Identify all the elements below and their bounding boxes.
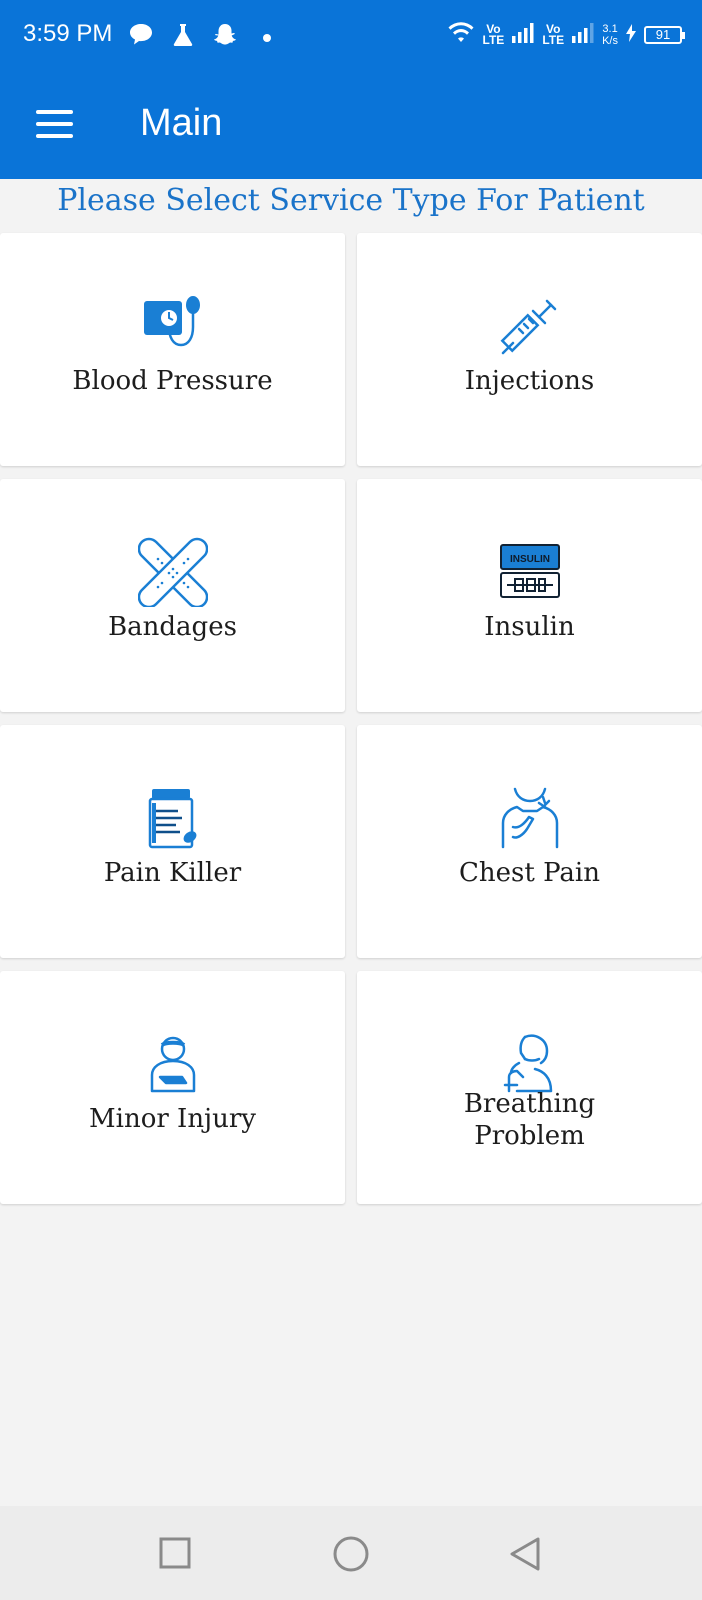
service-label: Bandages: [108, 612, 237, 642]
service-label: Breathing Problem: [463, 1089, 596, 1151]
system-nav-bar: [0, 1506, 702, 1600]
svg-text:INSULIN: INSULIN: [510, 554, 550, 565]
flask-icon: [170, 22, 196, 53]
network-type-2: Vo LTE: [542, 22, 565, 47]
message-icon: [128, 22, 154, 51]
recent-apps-square-icon[interactable]: [156, 1534, 196, 1574]
service-card-chest-pain[interactable]: Chest Pain: [357, 725, 702, 958]
blood-pressure-icon: [138, 291, 208, 361]
service-card-minor-injury[interactable]: Minor Injury: [0, 971, 345, 1204]
hamburger-menu-icon[interactable]: [28, 100, 84, 148]
service-card-insulin[interactable]: INSULIN Insulin: [357, 479, 702, 712]
service-label: Insulin: [484, 612, 575, 642]
network-type-1: Vo LTE: [482, 22, 505, 47]
service-card-bandages[interactable]: Bandages: [0, 479, 345, 712]
pill-bottle-icon: [138, 783, 208, 853]
home-circle-icon[interactable]: [331, 1534, 371, 1574]
toolbar: Main: [0, 72, 702, 179]
battery-indicator: 91: [644, 26, 685, 44]
chest-pain-icon: [495, 783, 565, 853]
status-time: 3:59 PM: [23, 20, 113, 47]
app-bar: 3:59 PM Vo LTE Vo LTE 3.1 K/s 91 Main: [0, 0, 702, 179]
status-right: Vo LTE Vo LTE 3.1 K/s 91: [446, 18, 685, 52]
bandage-icon: [137, 537, 208, 609]
injured-person-icon: [138, 1029, 208, 1099]
snapchat-icon: [212, 22, 238, 53]
service-card-blood-pressure[interactable]: Blood Pressure: [0, 233, 345, 466]
more-notifications-dot-icon: [262, 30, 272, 48]
service-card-breathing-problem[interactable]: Breathing Problem: [357, 971, 702, 1204]
wifi-icon: [446, 20, 476, 51]
page-title: Main: [140, 102, 223, 144]
network-speed: 3.1 K/s: [602, 23, 618, 47]
status-bar: 3:59 PM Vo LTE Vo LTE 3.1 K/s 91: [0, 0, 702, 72]
service-label: Injections: [464, 366, 595, 396]
syringe-icon: [495, 291, 565, 361]
signal-icon-1: [511, 22, 535, 49]
service-card-pain-killer[interactable]: Pain Killer: [0, 725, 345, 958]
service-label: Pain Killer: [103, 858, 242, 888]
service-card-injections[interactable]: Injections: [357, 233, 702, 466]
insulin-icon: INSULIN: [495, 537, 565, 607]
charging-icon: [625, 23, 637, 48]
service-label: Chest Pain: [459, 858, 600, 888]
signal-icon-2: [571, 22, 595, 49]
service-label: Minor Injury: [89, 1104, 256, 1134]
service-prompt: Please Select Service Type For Patient: [57, 183, 645, 218]
service-label: Blood Pressure: [72, 366, 273, 396]
back-triangle-icon[interactable]: [506, 1534, 546, 1574]
